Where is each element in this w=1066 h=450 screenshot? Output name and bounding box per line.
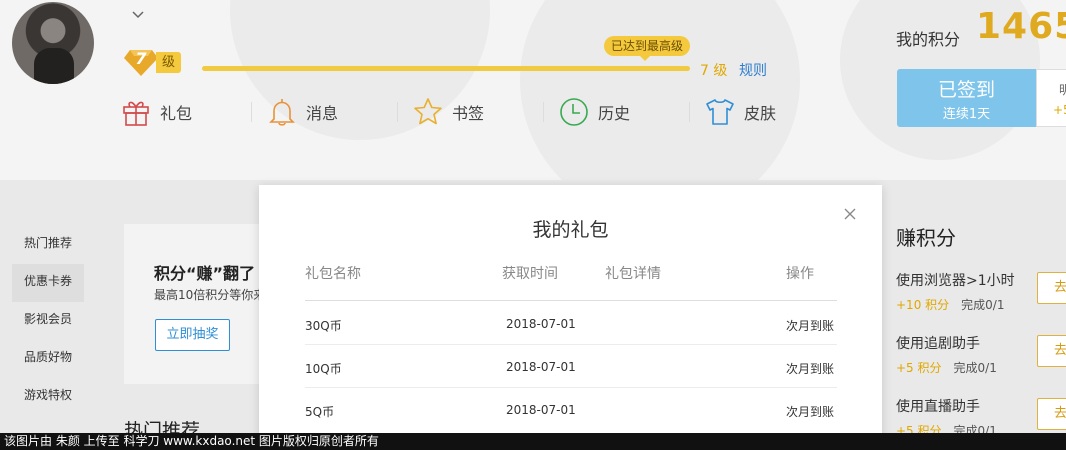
table-row: 10Q币 2018-07-01 次月到账 xyxy=(305,345,837,388)
table-row: 5Q币 2018-07-01 次月到账 xyxy=(305,388,837,431)
nav-item-history[interactable]: 历史 xyxy=(543,92,704,132)
lottery-button[interactable]: 立即抽奖 xyxy=(155,319,230,351)
table-header: 礼包名称 获取时间 礼包详情 操作 xyxy=(305,261,837,301)
star-icon xyxy=(414,98,442,125)
sidebar-item-goods[interactable]: 品质好物 xyxy=(12,340,84,378)
gift-action: 次月到账 xyxy=(786,319,835,333)
my-gifts-dialog: 我的礼包 礼包名称 获取时间 礼包详情 操作 30Q币 2018-07-01 次… xyxy=(259,185,882,450)
nav-label: 历史 xyxy=(598,104,631,123)
rules-link[interactable]: 规则 xyxy=(739,60,767,80)
promo-card: 积分“赚”翻了 最高10倍积分等你来 立即抽奖 xyxy=(124,224,264,384)
gift-action: 次月到账 xyxy=(786,362,835,376)
max-level-tooltip: 已达到最高级 xyxy=(604,36,691,61)
quick-nav: 礼包 消息 书签 历史 皮肤 xyxy=(120,92,850,132)
tomorrow-label: 明 xyxy=(1059,83,1066,97)
promo-subtitle: 最高10倍积分等你来 xyxy=(154,288,264,302)
signed-main-label: 已签到 xyxy=(937,79,995,101)
level-progress-bar xyxy=(202,66,690,71)
nav-item-skins[interactable]: 皮肤 xyxy=(689,92,850,132)
category-sidebar: 热门推荐 优惠卡券 影视会员 品质好物 游戏特权 xyxy=(12,226,84,416)
points-value: 1465 xyxy=(976,6,1066,47)
tomorrow-points: +5 xyxy=(1053,103,1066,117)
avatar[interactable] xyxy=(12,2,94,84)
task-points: +10 积分 xyxy=(896,298,950,312)
gift-time: 2018-07-01 xyxy=(506,317,576,331)
nav-label: 消息 xyxy=(306,104,339,123)
chevron-down-icon[interactable] xyxy=(131,8,145,24)
task-go-button[interactable]: 去 xyxy=(1037,272,1066,304)
watermark-bar: 该图片由 朱颜 上传至 科学刀 www.kxdao.net 图片版权归原创者所有 xyxy=(0,433,1066,450)
nav-item-messages[interactable]: 消息 xyxy=(251,92,412,132)
profile-header: 7 级 已达到最高级 7 级 规则 礼包 消息 书签 历史 皮肤 我的积分 14… xyxy=(0,0,1066,180)
level-number: 7 xyxy=(135,49,147,68)
nav-label: 皮肤 xyxy=(744,104,777,123)
clock-icon xyxy=(560,98,588,126)
task-progress: 完成0/1 xyxy=(961,298,1005,312)
column-header-name: 礼包名称 xyxy=(305,266,361,282)
column-header-detail: 礼包详情 xyxy=(605,266,661,282)
sidebar-item-coupons[interactable]: 优惠卡券 xyxy=(12,264,84,302)
bell-icon xyxy=(269,99,295,126)
gift-time: 2018-07-01 xyxy=(506,360,576,374)
nav-label: 书签 xyxy=(452,104,485,123)
table-row: 30Q币 2018-07-01 次月到账 xyxy=(305,302,837,345)
close-icon[interactable] xyxy=(844,205,856,225)
task-go-button[interactable]: 去 xyxy=(1037,335,1066,367)
gift-name: 30Q币 xyxy=(305,319,342,333)
decor-circle xyxy=(520,0,800,180)
sidebar-item-games[interactable]: 游戏特权 xyxy=(12,378,84,416)
sidebar-item-hot[interactable]: 热门推荐 xyxy=(12,226,84,264)
signed-in-button[interactable]: 已签到 连续1天 xyxy=(897,69,1036,127)
task-go-button[interactable]: 去 xyxy=(1037,398,1066,430)
column-header-action: 操作 xyxy=(786,266,814,282)
signed-streak-label: 连续1天 xyxy=(942,107,991,122)
gift-name: 10Q币 xyxy=(305,362,342,376)
column-header-time: 获取时间 xyxy=(502,266,558,282)
gift-time: 2018-07-01 xyxy=(506,403,576,417)
task-progress: 完成0/1 xyxy=(953,361,997,375)
sidebar-item-video-vip[interactable]: 影视会员 xyxy=(12,302,84,340)
promo-title: 积分“赚”翻了 xyxy=(154,264,256,283)
shirt-icon xyxy=(706,99,734,125)
tomorrow-bonus: 明 +5 xyxy=(1036,69,1066,127)
nav-item-gift[interactable]: 礼包 xyxy=(120,92,266,132)
earn-points-title: 赚积分 xyxy=(896,226,956,250)
task-points: +5 积分 xyxy=(896,361,942,375)
nav-label: 礼包 xyxy=(160,104,193,123)
gift-name: 5Q币 xyxy=(305,405,335,419)
nav-item-bookmarks[interactable]: 书签 xyxy=(397,92,558,132)
gift-icon xyxy=(123,101,149,126)
points-label: 我的积分 xyxy=(896,30,961,49)
dialog-title: 我的礼包 xyxy=(532,219,609,241)
level-text: 7 级 xyxy=(700,63,728,79)
level-suffix: 级 xyxy=(156,52,182,73)
gift-action: 次月到账 xyxy=(786,405,835,419)
